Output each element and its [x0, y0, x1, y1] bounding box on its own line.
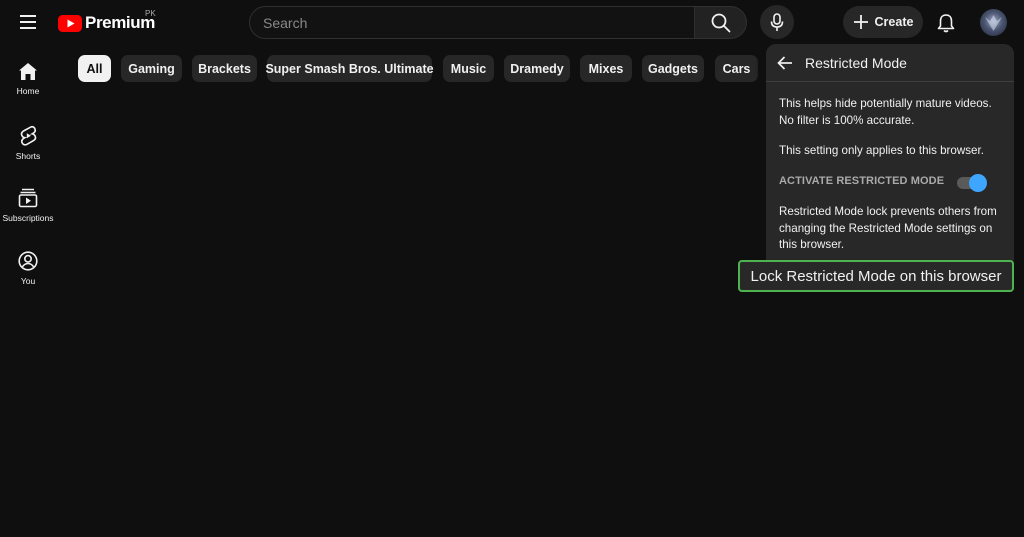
notifications-button[interactable] — [931, 8, 961, 38]
home-icon — [19, 63, 37, 80]
top-bar: Premium PK Create — [0, 0, 1024, 44]
chip-gadgets[interactable]: Gadgets — [642, 55, 704, 82]
lock-description: Restricted Mode lock prevents others fro… — [779, 205, 997, 251]
chip-super-smash-bros[interactable]: Super Smash Bros. Ultimate — [265, 55, 434, 82]
sidebar-item-shorts[interactable]: Shorts — [0, 125, 56, 185]
create-label: Create — [874, 15, 914, 29]
lock-restricted-mode-button[interactable]: Lock Restricted Mode on this browser — [738, 260, 1014, 292]
microphone-icon — [770, 12, 784, 31]
search-icon — [711, 13, 730, 32]
chip-music[interactable]: Music — [443, 55, 494, 82]
chip-cars[interactable]: Cars — [715, 55, 758, 82]
shorts-icon — [20, 125, 37, 146]
panel-title: Restricted Mode — [805, 55, 907, 71]
toggle-label: ACTIVATE RESTRICTED MODE — [779, 175, 945, 187]
sidebar-label-you: You — [20, 276, 36, 286]
avatar-image-icon — [985, 15, 1002, 31]
youtube-logo-icon — [58, 14, 82, 32]
you-icon — [18, 251, 38, 271]
avatar[interactable] — [980, 9, 1007, 36]
subscriptions-icon — [18, 188, 38, 208]
region-code: PK — [145, 9, 156, 18]
hamburger-icon — [20, 15, 36, 29]
browser-note: This setting only applies to this browse… — [779, 144, 984, 157]
sidebar-item-you[interactable]: You — [0, 251, 56, 311]
sidebar-item-subscriptions[interactable]: Subscriptions — [0, 188, 56, 248]
search-box — [249, 6, 695, 39]
chip-mixes[interactable]: Mixes — [580, 55, 632, 82]
back-arrow-icon — [777, 56, 792, 70]
restricted-mode-description: This helps hide potentially mature video… — [779, 97, 992, 127]
chip-all[interactable]: All — [78, 55, 111, 82]
chip-brackets[interactable]: Brackets — [192, 55, 257, 82]
panel-header: Restricted Mode — [766, 44, 1014, 82]
chip-dramedy[interactable]: Dramedy — [504, 55, 570, 82]
restricted-mode-toggle[interactable] — [956, 174, 988, 192]
sidebar-label-home: Home — [16, 86, 40, 96]
back-button[interactable] — [775, 53, 795, 73]
plus-icon — [853, 15, 868, 29]
search-input[interactable] — [263, 14, 694, 31]
chip-gaming[interactable]: Gaming — [121, 55, 182, 82]
youtube-premium-logo[interactable]: Premium — [58, 12, 155, 34]
toggle-knob — [969, 174, 987, 192]
voice-search-button[interactable] — [760, 5, 794, 39]
create-button[interactable]: Create — [843, 6, 923, 38]
search-button[interactable] — [694, 6, 747, 39]
menu-button[interactable] — [13, 8, 43, 36]
restricted-mode-panel: Restricted Mode This helps hide potentia… — [766, 44, 1014, 289]
sidebar-label-subscriptions: Subscriptions — [2, 213, 54, 223]
bell-icon — [937, 14, 955, 33]
sidebar-item-home[interactable]: Home — [0, 62, 56, 122]
sidebar-label-shorts: Shorts — [15, 151, 41, 161]
